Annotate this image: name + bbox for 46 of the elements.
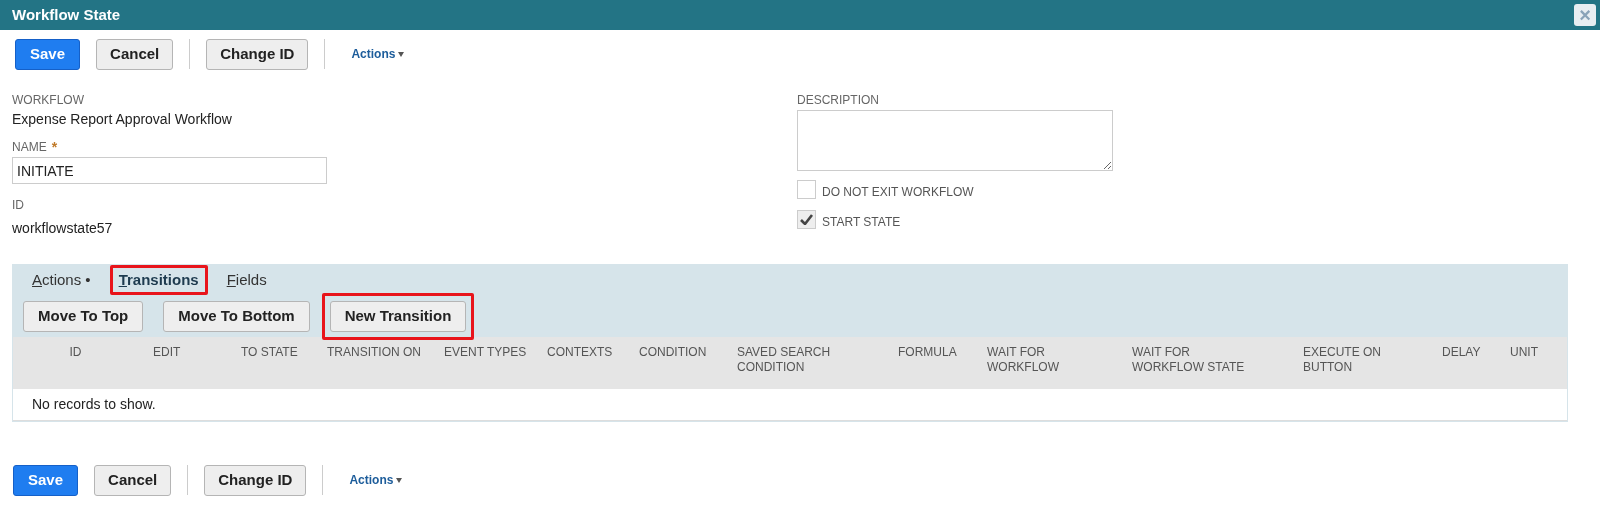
field-label: ID — [12, 198, 24, 212]
column-header: WAIT FOR WORKFLOW STATE — [1132, 345, 1246, 375]
name-field[interactable]: INITIATE — [12, 157, 327, 184]
column-header: WAIT FOR WORKFLOW — [987, 345, 1060, 375]
sublist-button[interactable]: Move To Bottom — [163, 300, 310, 332]
description-field[interactable] — [797, 110, 1113, 171]
subtab[interactable]: Transitions — [109, 265, 208, 295]
checkbox[interactable] — [797, 209, 816, 229]
subtab[interactable]: Fields — [217, 265, 276, 295]
checkbox-label: DO NOT EXIT WORKFLOW — [822, 184, 974, 201]
sublist-button[interactable]: New Transition — [329, 300, 467, 332]
column-header: FORMULA — [898, 345, 958, 360]
save-button[interactable]: Save — [13, 464, 79, 496]
actions-menu[interactable]: Actions — [349, 471, 403, 489]
id-value: workflowstate57 — [12, 219, 114, 238]
column-header: SAVED SEARCH CONDITION — [737, 345, 832, 375]
column-header: EVENT TYPES — [444, 345, 528, 360]
column-header: DELAY — [1442, 345, 1482, 360]
column-header: UNIT — [1510, 345, 1539, 360]
column-header: TO STATE — [241, 345, 299, 360]
field-label: DESCRIPTION — [797, 93, 880, 107]
toolbar-button[interactable]: Cancel — [96, 38, 174, 70]
column-header: CONTEXTS — [547, 345, 614, 360]
column-header: TRANSITION ON — [327, 345, 422, 360]
save-button[interactable]: Save — [15, 38, 81, 70]
required-mark: * — [51, 140, 58, 154]
toolbar-button[interactable]: Change ID — [204, 464, 307, 496]
actions-menu[interactable]: Actions — [351, 45, 405, 63]
sublist-button[interactable]: Move To Top — [23, 300, 144, 332]
column-header: ID — [69, 345, 82, 361]
empty-message: No records to show. — [32, 395, 156, 414]
column-header: EXECUTE ON BUTTON — [1303, 345, 1382, 375]
workflow-value: Expense Report Approval Workflow — [12, 110, 233, 129]
subtab[interactable]: Actions • — [23, 265, 100, 295]
caret-down-icon — [396, 477, 403, 483]
toolbar-button[interactable]: Change ID — [206, 38, 309, 70]
field-label: WORKFLOW — [12, 93, 85, 107]
column-header: EDIT — [153, 345, 182, 360]
caret-down-icon — [398, 51, 405, 57]
checkbox[interactable] — [797, 179, 816, 199]
toolbar-button[interactable]: Cancel — [94, 464, 172, 496]
column-header: CONDITION — [639, 345, 708, 360]
checkbox-label: START STATE — [822, 214, 901, 231]
field-label: NAME — [12, 140, 47, 154]
window-title: Workflow State — [12, 4, 121, 25]
checkmark-icon — [800, 213, 813, 225]
